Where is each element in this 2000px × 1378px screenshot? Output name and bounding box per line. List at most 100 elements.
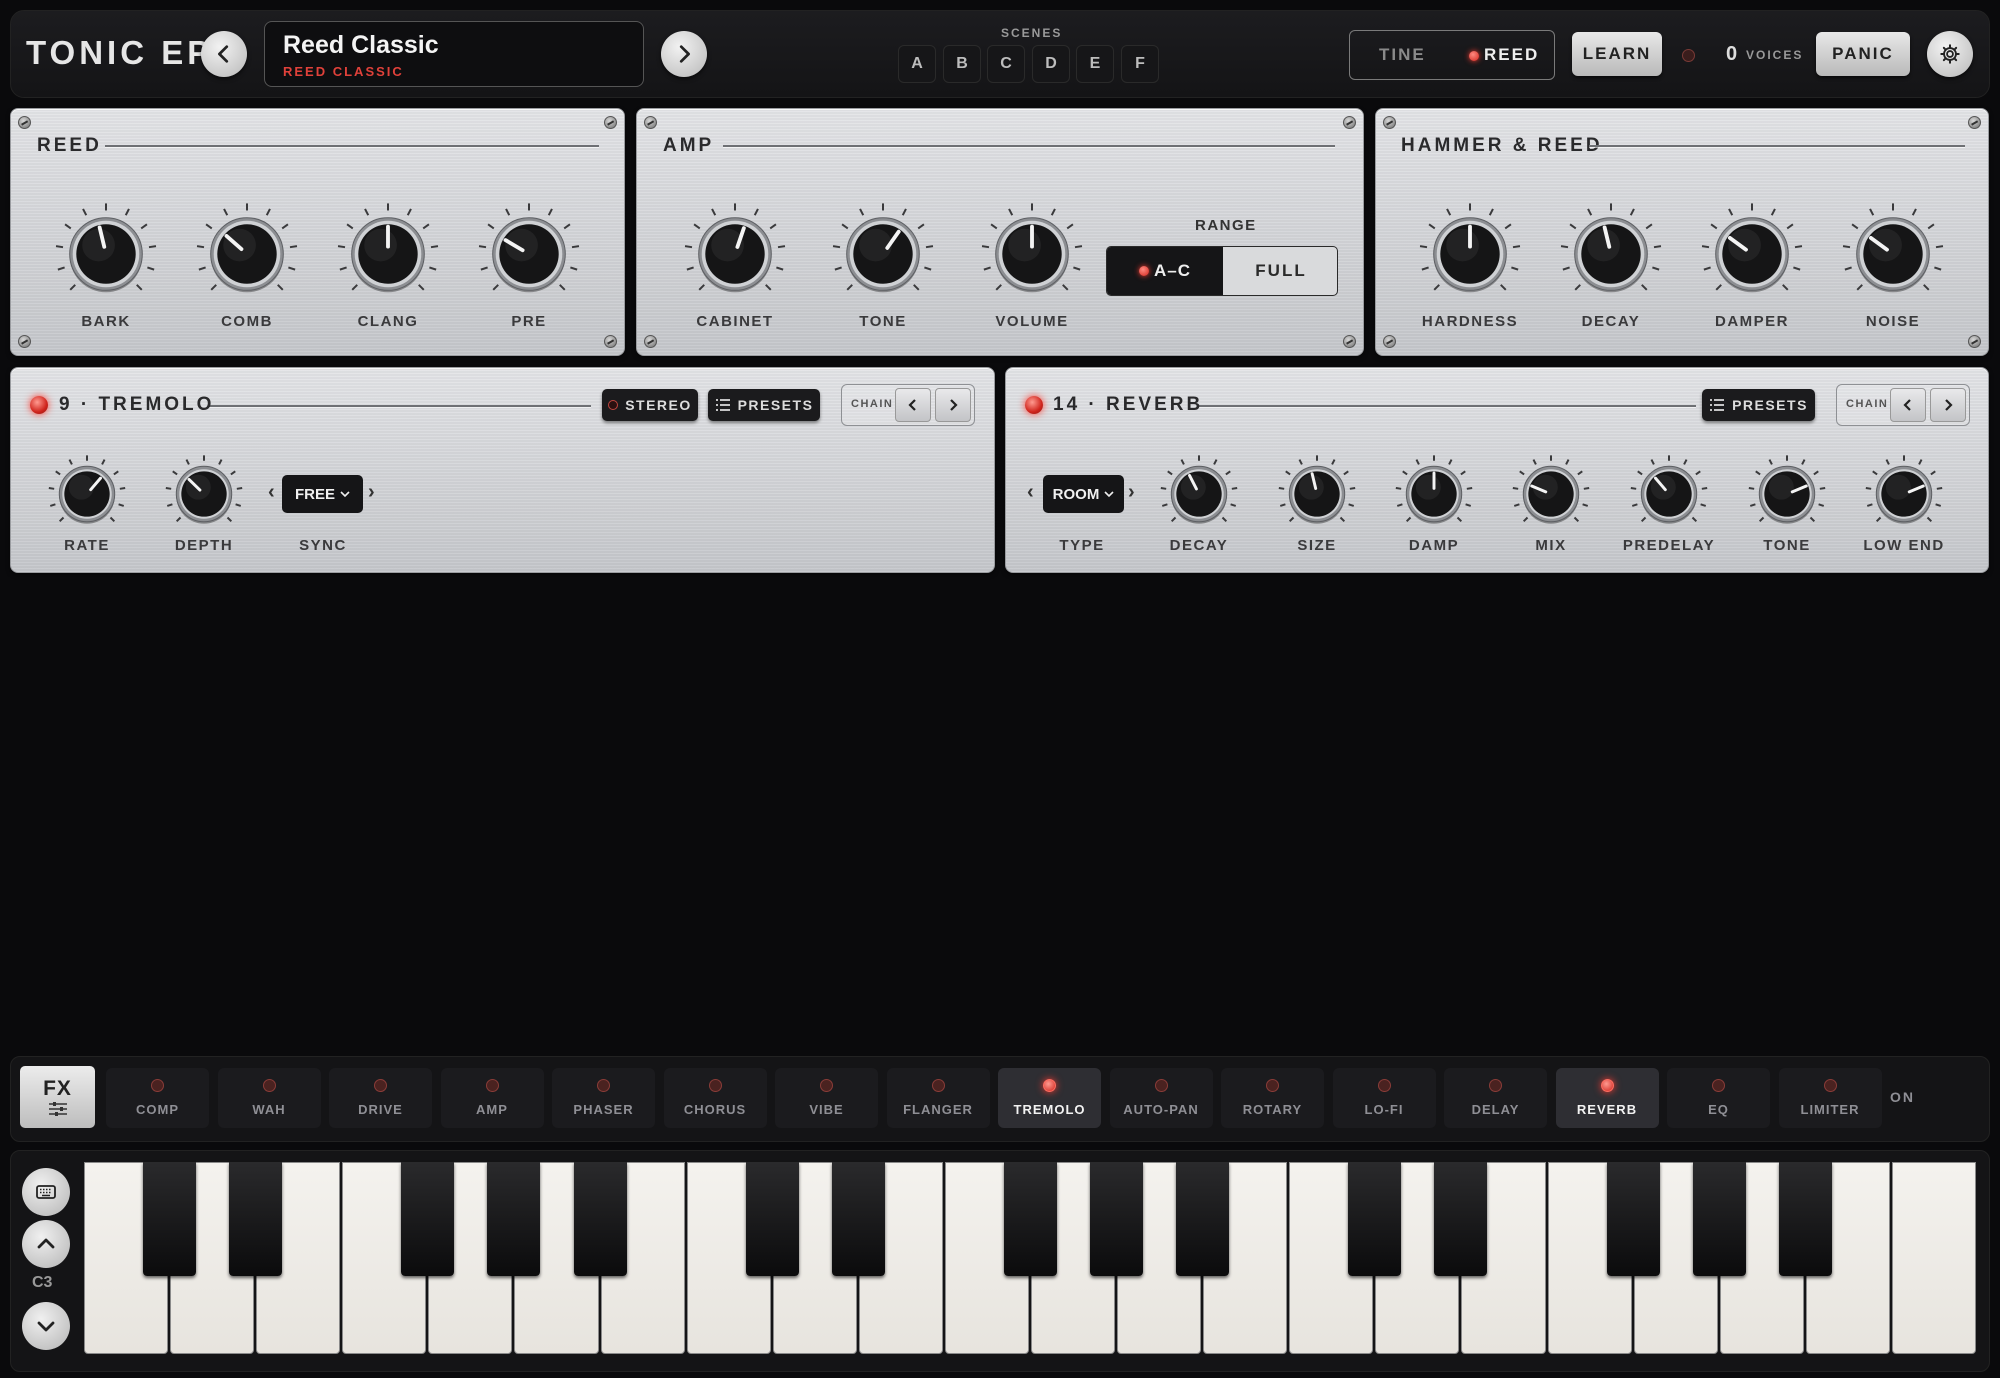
black-key[interactable] <box>1692 1162 1746 1276</box>
fx-slot-limiter[interactable]: LIMITER <box>1778 1068 1882 1128</box>
gear-icon <box>1940 44 1960 64</box>
reverb-knob-low-end[interactable] <box>1862 452 1946 536</box>
black-key[interactable] <box>143 1162 197 1276</box>
fx-slot-drive[interactable]: DRIVE <box>329 1068 432 1128</box>
fx-slot-comp[interactable]: COMP <box>106 1068 209 1128</box>
reverb-knob-tone[interactable] <box>1745 452 1829 536</box>
engine-toggle[interactable]: TINE REED <box>1349 30 1555 80</box>
scene-e-button[interactable]: E <box>1076 45 1114 83</box>
fx-slot-auto-pan[interactable]: AUTO-PAN <box>1109 1068 1213 1128</box>
engine-reed-option[interactable]: REED <box>1469 45 1539 65</box>
range-ac-label: A–C <box>1153 261 1191 280</box>
chain-move-left-button[interactable] <box>1890 388 1926 422</box>
black-key[interactable] <box>401 1162 455 1276</box>
fx-slot-rotary[interactable]: ROTARY <box>1221 1068 1324 1128</box>
black-key[interactable] <box>487 1162 541 1276</box>
black-key[interactable] <box>573 1162 627 1276</box>
scene-d-button[interactable]: D <box>1032 45 1070 83</box>
fx-slot-chorus[interactable]: CHORUS <box>663 1068 767 1128</box>
stereo-button[interactable]: STEREO <box>602 389 698 421</box>
keyboard-toggle-button[interactable] <box>22 1168 70 1216</box>
fx-slot-reverb[interactable]: REVERB <box>1555 1068 1659 1128</box>
chain-move-left-button[interactable] <box>895 388 931 422</box>
sync-prev-arrow[interactable]: ‹ <box>268 481 275 504</box>
fx-led-icon <box>820 1079 833 1092</box>
tremolo-presets-button[interactable]: PRESETS <box>708 389 820 421</box>
fx-slot-eq[interactable]: EQ <box>1667 1068 1770 1128</box>
scene-b-button[interactable]: B <box>943 45 981 83</box>
fx-slot-lo-fi[interactable]: LO-FI <box>1332 1068 1436 1128</box>
sync-dropdown[interactable]: FREE <box>282 475 363 513</box>
scene-c-button[interactable]: C <box>987 45 1025 83</box>
fx-button[interactable]: FX <box>20 1066 95 1128</box>
screw-icon <box>1383 116 1396 129</box>
range-toggle[interactable]: A–C FULL <box>1106 246 1338 296</box>
knob-label: COMB <box>221 313 273 330</box>
octave-down-button[interactable] <box>22 1302 70 1350</box>
fx-slot-wah[interactable]: WAH <box>217 1068 321 1128</box>
type-next-arrow[interactable]: › <box>1128 481 1135 504</box>
black-key[interactable] <box>1176 1162 1230 1276</box>
black-key[interactable] <box>1348 1162 1402 1276</box>
prev-preset-button[interactable] <box>201 31 247 77</box>
fx-slot-label: COMP <box>136 1102 179 1117</box>
hammer-knob-hardness[interactable] <box>1415 199 1525 309</box>
white-key[interactable] <box>1891 1162 1976 1354</box>
black-key[interactable] <box>1434 1162 1488 1276</box>
settings-button[interactable] <box>1927 31 1973 77</box>
amp-knob-volume[interactable] <box>977 199 1087 309</box>
knob-label: DAMPER <box>1714 313 1789 330</box>
black-key[interactable] <box>745 1162 799 1276</box>
learn-button[interactable]: LEARN <box>1572 32 1662 76</box>
amp-knob-tone[interactable] <box>828 199 938 309</box>
black-key[interactable] <box>831 1162 885 1276</box>
tremolo-knob-depth[interactable] <box>162 452 246 536</box>
amp-knob-cabinet[interactable] <box>680 199 790 309</box>
range-full-option[interactable]: FULL <box>1223 247 1337 295</box>
reed-knob-bark[interactable] <box>51 199 161 309</box>
reverb-enable-led[interactable] <box>1025 396 1043 414</box>
range-ac-option[interactable]: A–C <box>1107 247 1223 295</box>
panic-button[interactable]: PANIC <box>1816 32 1910 76</box>
reed-knob-pre[interactable] <box>474 199 584 309</box>
black-key[interactable] <box>229 1162 283 1276</box>
reverb-knob-damp[interactable] <box>1392 452 1476 536</box>
hammer-knob-noise[interactable] <box>1838 199 1948 309</box>
black-key[interactable] <box>1004 1162 1057 1276</box>
tremolo-knob-rate[interactable] <box>45 452 129 536</box>
preset-selector[interactable]: Reed Classic REED CLASSIC <box>264 21 644 87</box>
reverb-knob-mix[interactable] <box>1509 452 1593 536</box>
sync-next-arrow[interactable]: › <box>368 481 375 504</box>
reverb-knob-size[interactable] <box>1275 452 1359 536</box>
fx-slot-delay[interactable]: DELAY <box>1444 1068 1547 1128</box>
amp-panel-title: AMP <box>663 135 715 156</box>
reverb-type-value: ROOM <box>1052 485 1100 503</box>
reverb-type-dropdown[interactable]: ROOM <box>1043 475 1124 513</box>
chain-move-right-button[interactable] <box>935 388 971 422</box>
reverb-knob-decay[interactable] <box>1157 452 1241 536</box>
reverb-knob-predelay[interactable] <box>1627 452 1711 536</box>
black-key[interactable] <box>1778 1162 1832 1276</box>
hammer-knob-decay[interactable] <box>1556 199 1666 309</box>
reed-knob-comb[interactable] <box>192 199 302 309</box>
fx-slot-vibe[interactable]: VIBE <box>775 1068 878 1128</box>
engine-tine-option[interactable]: TINE <box>1379 45 1426 65</box>
fx-slot-phaser[interactable]: PHASER <box>552 1068 655 1128</box>
scene-f-button[interactable]: F <box>1121 45 1159 83</box>
reed-knob-clang[interactable] <box>333 199 443 309</box>
fx-slot-tremolo[interactable]: TREMOLO <box>998 1068 1101 1128</box>
fx-on-toggle[interactable]: ON <box>1890 1089 1915 1105</box>
fx-slot-flanger[interactable]: FLANGER <box>886 1068 990 1128</box>
black-key[interactable] <box>1090 1162 1144 1276</box>
chain-move-right-button[interactable] <box>1930 388 1966 422</box>
fx-slot-amp[interactable]: AMP <box>440 1068 544 1128</box>
fx-slot-label: VIBE <box>809 1102 844 1117</box>
black-key[interactable] <box>1606 1162 1660 1276</box>
reverb-presets-button[interactable]: PRESETS <box>1702 389 1815 421</box>
octave-up-button[interactable] <box>22 1220 70 1268</box>
type-prev-arrow[interactable]: ‹ <box>1027 481 1034 504</box>
tremolo-enable-led[interactable] <box>30 396 48 414</box>
next-preset-button[interactable] <box>661 31 707 77</box>
hammer-knob-damper[interactable] <box>1697 199 1807 309</box>
scene-a-button[interactable]: A <box>898 45 936 83</box>
